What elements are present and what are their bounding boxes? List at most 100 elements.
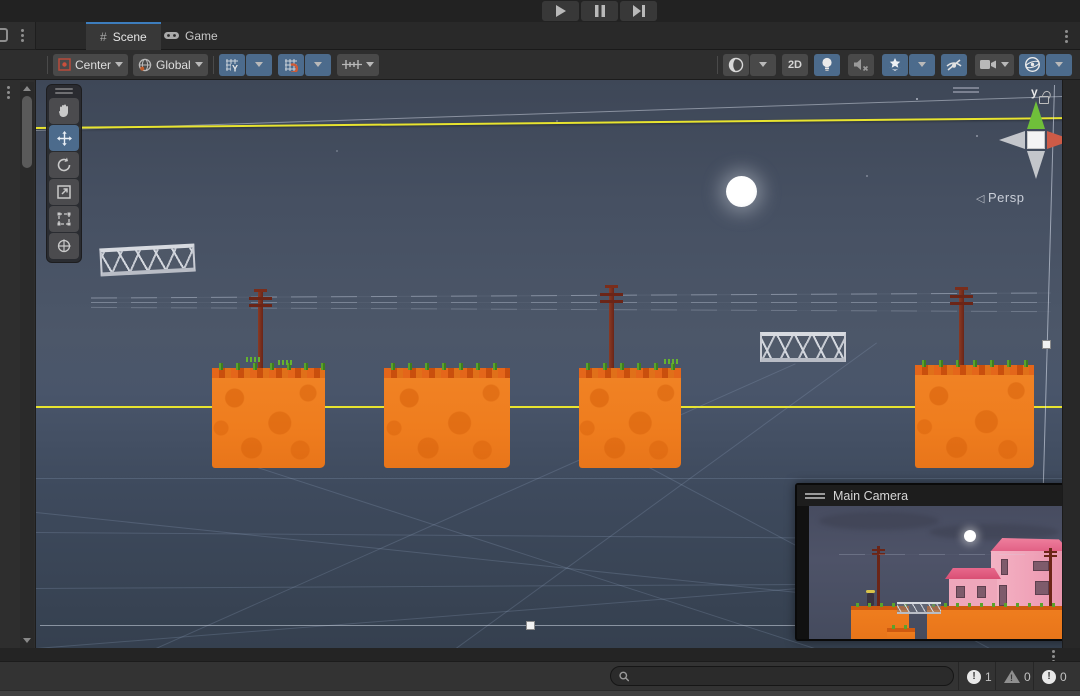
selection-handle-right[interactable] <box>1042 340 1051 349</box>
scene-toolbar: Center Global Y <box>0 50 1080 80</box>
gizmo-x-axis-cone[interactable] <box>1047 131 1062 149</box>
selection-line-top <box>36 117 1062 129</box>
gizmos-dropdown[interactable] <box>1046 54 1072 76</box>
gizmo-sphere-icon <box>1024 56 1041 73</box>
step-button[interactable] <box>620 1 657 21</box>
shading-mode-button[interactable] <box>723 54 749 76</box>
transform-tool-button[interactable] <box>49 233 79 259</box>
hand-icon <box>56 103 72 119</box>
toolbar-divider <box>47 56 48 74</box>
scale-icon <box>56 184 72 200</box>
gizmo-y-label: y <box>1031 85 1038 99</box>
scene-view[interactable]: y x ◁Persp Main Camera <box>36 80 1062 648</box>
2d-view-button[interactable]: 2D <box>782 54 808 76</box>
tool-handle-position-dropdown[interactable]: Center <box>53 54 128 76</box>
console-status-bar: ! 1 ! 0 ! 0 <box>0 661 1080 690</box>
camera-preview-title: Main Camera <box>833 489 908 503</box>
terrain-platform-sprite[interactable] <box>384 368 510 468</box>
camera-preview-titlebar[interactable]: Main Camera <box>797 485 1062 506</box>
grid-axis-dropdown[interactable] <box>246 54 272 76</box>
camera-preview-image <box>809 506 1062 639</box>
error-icon: ! <box>967 670 981 684</box>
shading-mode-dropdown[interactable] <box>750 54 776 76</box>
pause-button[interactable] <box>581 1 618 21</box>
telephone-pole-sprite[interactable] <box>959 290 964 365</box>
preview-house <box>949 579 997 606</box>
left-scrollbar[interactable] <box>20 82 34 648</box>
camera-settings-dropdown[interactable] <box>975 54 1014 76</box>
grid-axis-button[interactable]: Y <box>219 54 245 76</box>
console-search-input[interactable] <box>635 669 945 683</box>
gizmos-button[interactable] <box>1019 54 1045 76</box>
tab-row-menu-icon[interactable] <box>1064 30 1068 43</box>
terrain-platform-sprite[interactable] <box>212 368 325 468</box>
camera-preview-panel[interactable]: Main Camera <box>795 483 1062 641</box>
scale-tool-button[interactable] <box>49 179 79 205</box>
scene-visibility-button[interactable] <box>941 54 967 76</box>
gizmo-negative-y-cone[interactable] <box>1027 151 1045 179</box>
grid-snapping-dropdown[interactable] <box>305 54 331 76</box>
terrain-platform-sprite[interactable] <box>915 365 1034 468</box>
preview-moon <box>964 530 976 542</box>
shaded-sphere-icon <box>728 57 744 73</box>
gizmo-negative-x-cone[interactable] <box>999 131 1025 149</box>
right-panel-edge <box>1062 80 1080 648</box>
star <box>336 150 338 152</box>
persp-arrow-icon: ◁ <box>976 193 985 205</box>
effects-dropdown[interactable] <box>909 54 935 76</box>
scroll-down-icon[interactable] <box>23 638 31 643</box>
play-controls <box>542 1 657 21</box>
effects-button[interactable] <box>882 54 908 76</box>
tab-scene-label: Scene <box>113 30 147 44</box>
message-count-badge[interactable]: ! 0 <box>1033 662 1075 691</box>
preview-house-roof <box>945 568 1001 579</box>
projection-label[interactable]: ◁Persp <box>976 190 1024 205</box>
error-count-badge[interactable]: ! 1 <box>958 662 1000 691</box>
overlay-drag-handle[interactable] <box>47 85 81 97</box>
move-icon <box>56 130 73 147</box>
snap-increment-dropdown[interactable] <box>337 54 379 76</box>
hierarchy-menu-icon[interactable] <box>6 86 10 99</box>
audio-mute-button[interactable] <box>848 54 874 76</box>
tab-game[interactable]: Game <box>150 22 232 50</box>
chevron-down-icon <box>1001 62 1009 67</box>
rect-icon <box>56 211 72 227</box>
console-search[interactable] <box>610 666 954 686</box>
terrain-platform-sprite[interactable] <box>579 368 681 468</box>
left-scrollbar-thumb[interactable] <box>22 96 32 168</box>
grid-snapping-button[interactable] <box>278 54 304 76</box>
search-icon <box>619 671 629 682</box>
star <box>866 175 868 177</box>
metal-truss-sprite[interactable] <box>760 332 846 362</box>
telephone-pole-sprite[interactable] <box>609 288 614 368</box>
pivot-icon <box>58 58 71 71</box>
gizmo-overlay-handle[interactable] <box>953 87 979 93</box>
telephone-wire <box>91 302 1051 303</box>
hand-tool-button[interactable] <box>49 98 79 124</box>
metal-truss-sprite[interactable] <box>99 244 195 277</box>
telephone-wire <box>91 307 1051 312</box>
camera-preview-drag-icon[interactable] <box>805 493 825 499</box>
move-tool-button[interactable] <box>49 125 79 151</box>
eye-hidden-icon <box>945 58 963 72</box>
scroll-up-icon[interactable] <box>23 86 31 91</box>
play-button[interactable] <box>542 1 579 21</box>
left-panel-menu-icon[interactable] <box>20 29 24 42</box>
preview-ground <box>927 606 1062 639</box>
rect-tool-button[interactable] <box>49 206 79 232</box>
moon-sprite <box>726 176 757 207</box>
tool-handle-rotation-dropdown[interactable]: Global <box>133 54 208 76</box>
gizmo-center-cube[interactable] <box>1027 131 1045 149</box>
rotate-tool-button[interactable] <box>49 152 79 178</box>
gizmo-y-axis-cone[interactable] <box>1027 101 1045 129</box>
left-edge-top-row <box>0 22 36 50</box>
chevron-down-icon <box>115 62 123 67</box>
selection-handle-bottom[interactable] <box>526 621 535 630</box>
audio-muted-icon <box>853 58 869 71</box>
toolbar-divider <box>717 56 718 74</box>
scene-lighting-button[interactable] <box>814 54 840 76</box>
preview-pole <box>1049 548 1052 606</box>
video-camera-icon <box>980 59 997 70</box>
unity-editor-window: # Scene Game <box>0 0 1080 696</box>
error-count: 1 <box>985 670 992 684</box>
